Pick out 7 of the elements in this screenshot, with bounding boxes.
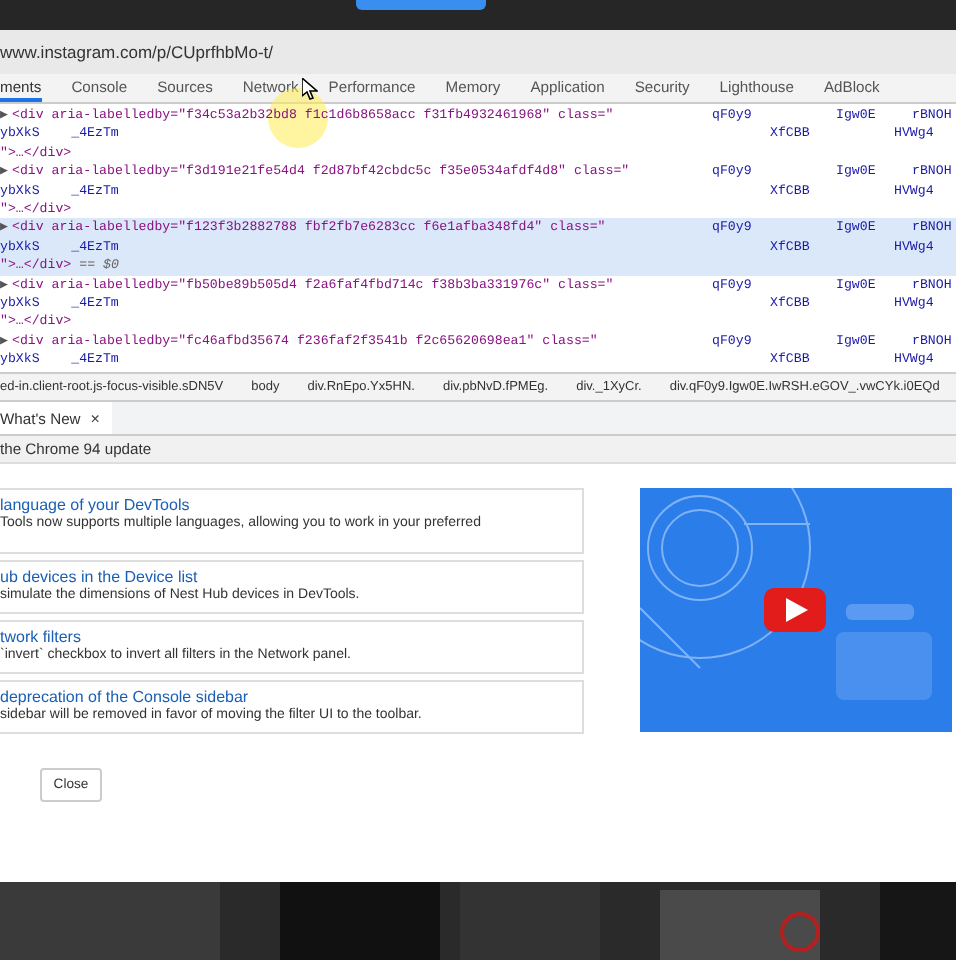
close-icon[interactable]: × (90, 409, 100, 427)
address-url[interactable]: www.instagram.com/p/CUprfhbMo-t/ (0, 42, 274, 62)
header-button[interactable] (356, 0, 486, 10)
feature-link[interactable]: language of your DevTools (0, 496, 582, 514)
feature-link[interactable]: deprecation of the Console sidebar (0, 688, 582, 706)
feature-link[interactable]: ub devices in the Device list (0, 568, 582, 586)
feature-link[interactable]: twork filters (0, 628, 582, 646)
